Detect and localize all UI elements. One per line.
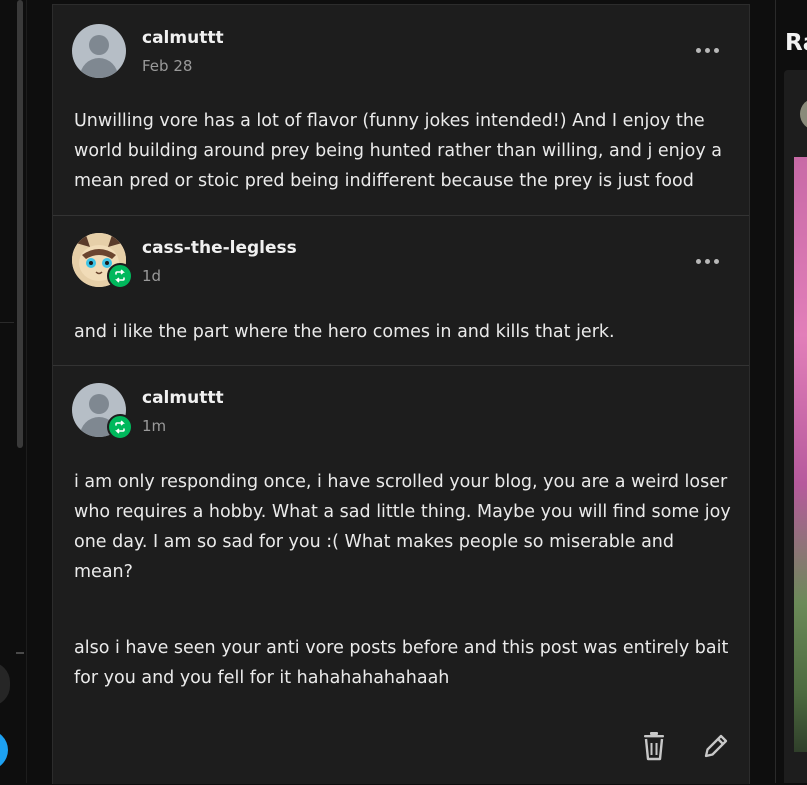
sidebar-tick [16,652,24,654]
comment-timestamp: 1m [142,417,167,435]
comment-item: calmuttt Feb 28 Unwilling vore has a lot… [53,5,749,215]
comment-text: and i like the part where the hero comes… [74,317,734,347]
replies-panel: calmuttt Feb 28 Unwilling vore has a lot… [52,4,750,784]
left-sidebar-edge [0,0,28,783]
comment-paragraph: i am only responding once, i have scroll… [74,472,731,582]
avatar-default-head [89,35,109,55]
right-sidebar-border [775,0,776,783]
sidebar-divider [0,322,14,323]
comment-username[interactable]: cass-the-legless [142,238,297,258]
sidebar-border [26,0,27,783]
comment-text: Unwilling vore has a lot of flavor (funn… [74,106,734,196]
comment-text: i am only responding once, i have scroll… [74,467,734,693]
reblog-icon [107,263,133,289]
radar-card[interactable] [784,70,807,783]
comment-paragraph: also i have seen your anti vore posts be… [74,638,729,688]
comment-username[interactable]: calmuttt [142,388,224,408]
sidebar-compose-button[interactable] [0,730,8,770]
avatar-default-head [89,394,109,414]
comment-actions [641,731,731,765]
sidebar-round-button[interactable] [0,662,10,706]
comment-username[interactable]: calmuttt [142,28,224,48]
trash-icon[interactable] [641,731,667,765]
comment-timestamp: Feb 28 [142,57,193,75]
comment-timestamp: 1d [142,267,162,285]
radar-post-image[interactable] [794,157,807,752]
sidebar-scrollbar[interactable] [17,0,23,448]
radar-avatar[interactable] [800,98,807,130]
comment-item: calmuttt 1m i am only responding once, i… [53,365,749,785]
more-options-icon[interactable] [696,48,719,53]
comment-item: cass-the-legless 1d and i like the part … [53,215,749,366]
right-sidebar-title: Ra [785,30,807,56]
avatar[interactable] [72,24,126,78]
comment-paragraph: Unwilling vore has a lot of flavor (funn… [74,111,722,191]
right-sidebar-edge: Ra [775,0,807,783]
more-options-icon[interactable] [696,259,719,264]
avatar-default-body [80,58,118,78]
comment-paragraph: and i like the part where the hero comes… [74,322,615,342]
reblog-icon [107,414,133,440]
pencil-icon[interactable] [701,731,731,765]
